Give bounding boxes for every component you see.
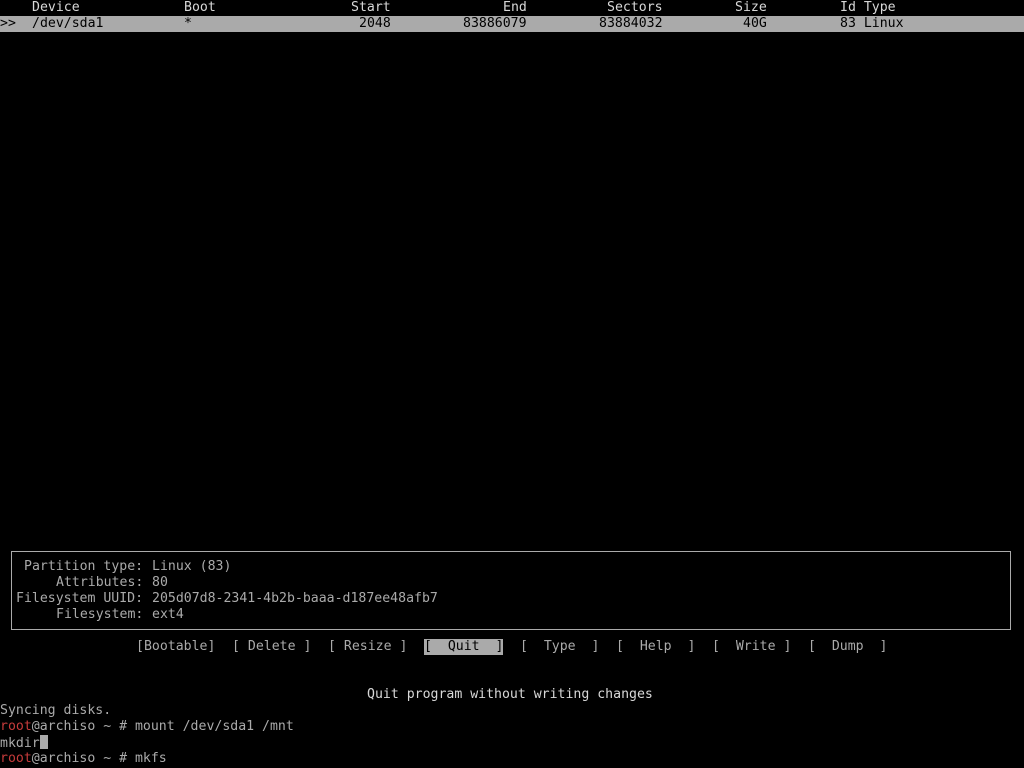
header-device: Device [32, 0, 80, 15]
delete-button[interactable]: [ Delete ] [232, 639, 311, 655]
menu-hint: Quit program without writing changes [367, 687, 653, 702]
info-attributes-label: Attributes: [56, 575, 144, 590]
info-filesystem-value: ext4 [152, 607, 184, 622]
header-size: Size [735, 0, 767, 15]
prompt-host: @archiso ~ # [31, 719, 135, 734]
info-partition-type-value: Linux (83) [152, 559, 232, 574]
row-id-type: 83 Linux [840, 16, 904, 31]
header-sectors: Sectors [607, 0, 663, 15]
command-mkdir: mkdir [0, 736, 40, 751]
row-device: /dev/sda1 [32, 16, 104, 31]
row-sectors: 83884032 [599, 16, 663, 31]
header-end: End [503, 0, 527, 15]
prompt-host: @archiso ~ # [31, 751, 135, 766]
prompt-user: root [0, 719, 32, 734]
row-start: 2048 [359, 16, 391, 31]
row-selection-marker: >> [0, 16, 16, 31]
command-mount: mount /dev/sda1 /mnt [134, 719, 294, 734]
quit-button[interactable]: [ Quit ] [424, 639, 504, 655]
row-end: 83886079 [463, 16, 527, 31]
row-boot: * [184, 16, 192, 31]
row-size: 40G [743, 16, 767, 31]
resize-button[interactable]: [ Resize ] [328, 639, 407, 655]
dump-button[interactable]: [ Dump ] [808, 639, 887, 655]
text-cursor [39, 735, 48, 749]
header-id-type: Id Type [840, 0, 896, 15]
header-start: Start [351, 0, 391, 15]
help-button[interactable]: [ Help ] [616, 639, 695, 655]
bootable-button[interactable]: [Bootable] [136, 639, 215, 655]
header-boot: Boot [184, 0, 216, 15]
prompt-user: root [0, 751, 32, 766]
command-mkfs: mkfs [134, 751, 167, 766]
table-row[interactable]: >> /dev/sda1 * 2048 83886079 83884032 40… [0, 16, 1024, 32]
terminal-line-mkfs: root@archiso ~ # mkfs [0, 751, 167, 767]
terminal-line-mount: root@archiso ~ # mount /dev/sda1 /mnt [0, 719, 294, 735]
info-attributes-value: 80 [152, 575, 168, 590]
terminal-line-syncing: Syncing disks. [0, 703, 112, 718]
info-filesystem-label: Filesystem: [56, 607, 144, 622]
info-fs-uuid-label: Filesystem UUID: [16, 591, 144, 606]
info-partition-type-label: Partition type: [24, 559, 144, 574]
write-button[interactable]: [ Write ] [712, 639, 791, 655]
type-button[interactable]: [ Type ] [520, 639, 599, 655]
terminal-line-mkdir: mkdir [0, 735, 48, 751]
info-fs-uuid-value: 205d07d8-2341-4b2b-baaa-d187ee48afb7 [152, 591, 438, 606]
